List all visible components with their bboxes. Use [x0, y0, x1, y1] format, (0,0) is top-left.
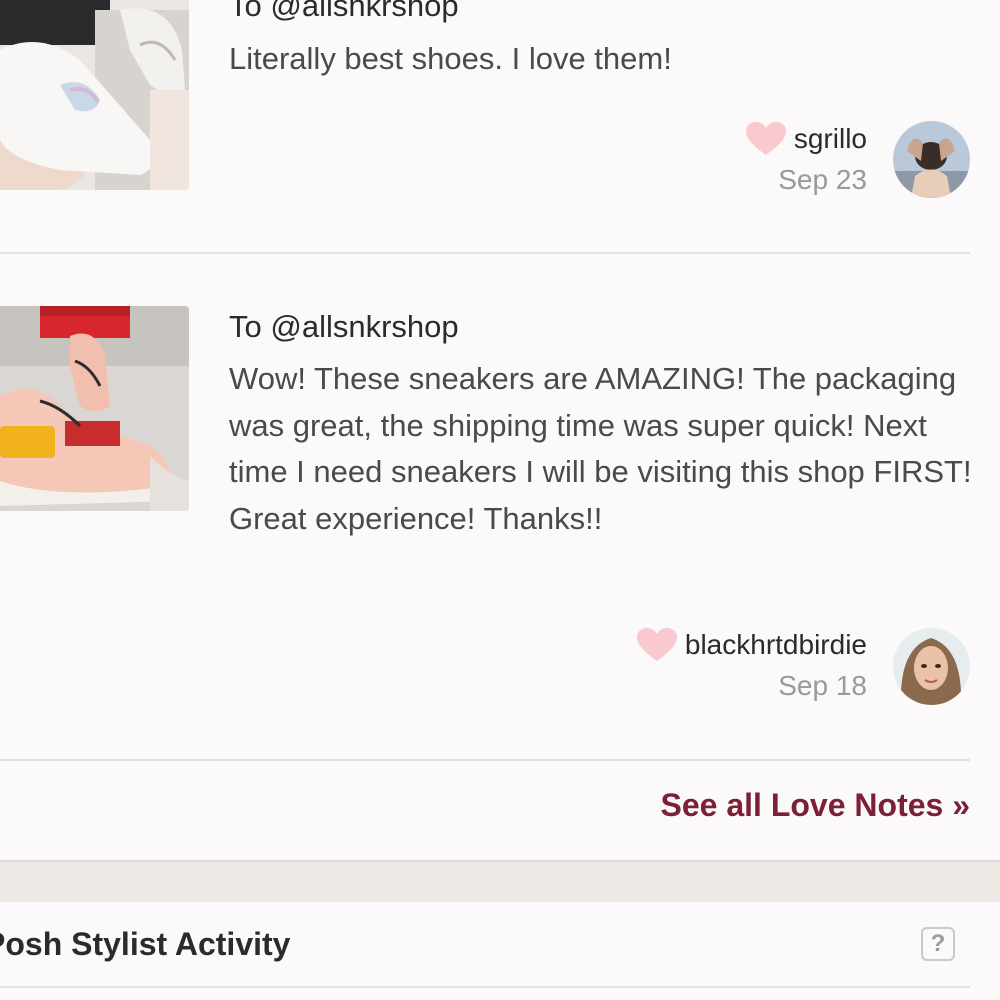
love-note-2: To @allsnkrshop Wow! These sneakers are … [0, 0, 1000, 760]
love-note-2-author-row: blackhrtdbirdie [636, 628, 867, 662]
love-note-2-body: Wow! These sneakers are AMAZING! The pac… [229, 361, 972, 536]
love-note-2-author[interactable]: blackhrtdbirdie [685, 629, 867, 661]
posh-stylist-activity-title: Posh Stylist Activity [0, 926, 291, 962]
heart-icon[interactable] [636, 628, 677, 662]
love-note-2-date: Sep 18 [778, 670, 867, 701]
love-notes-page: To @allsnkrshop Literally best shoes. I … [0, 0, 1000, 1000]
help-button[interactable]: ? [921, 927, 955, 961]
love-note-2-avatar[interactable] [893, 628, 970, 705]
love-note-2-recipient: To @allsnkrshop [229, 309, 459, 344]
see-all-love-notes-link[interactable]: See all Love Notes » [661, 787, 970, 824]
love-note-2-product-image[interactable] [0, 306, 189, 511]
user-avatar-icon [893, 628, 970, 705]
peach-sneakers-photo-icon [0, 306, 189, 511]
section-divider [0, 986, 970, 988]
note-divider [0, 759, 970, 761]
section-separator [0, 860, 1000, 902]
